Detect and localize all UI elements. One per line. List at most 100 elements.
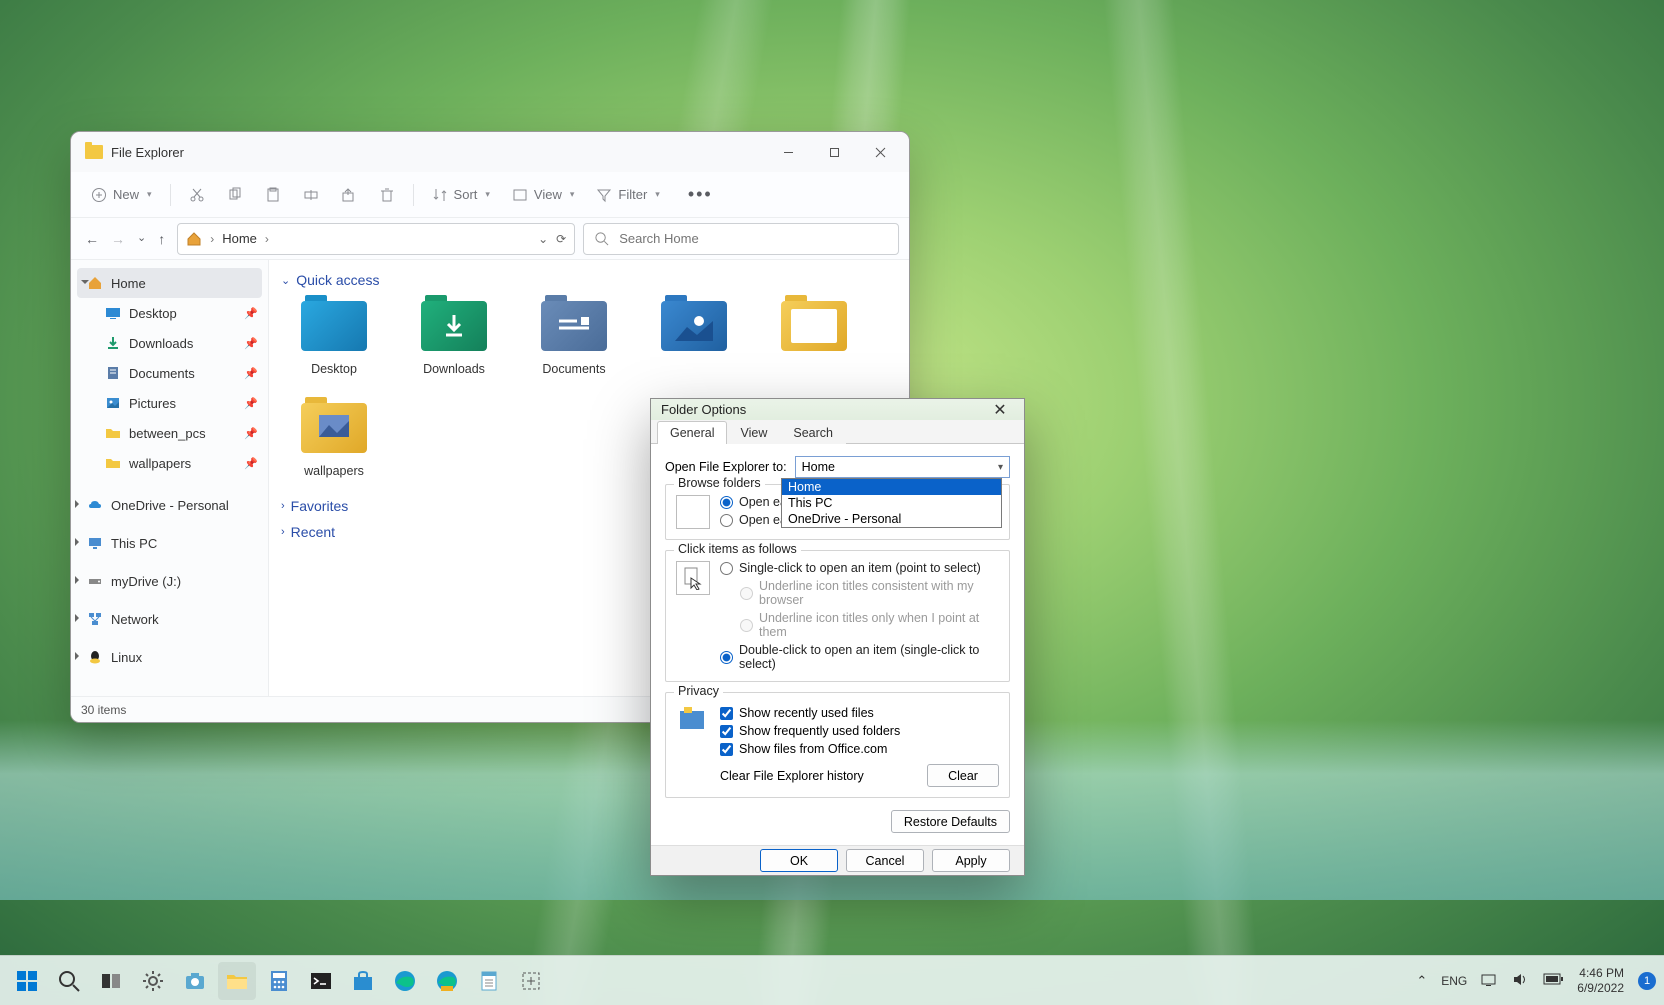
battery-icon[interactable] — [1543, 973, 1563, 988]
sidebar-item-mydrive[interactable]: myDrive (J:) — [71, 566, 268, 596]
sidebar-item-onedrive[interactable]: OneDrive - Personal — [71, 490, 268, 520]
camera-button[interactable] — [176, 962, 214, 1000]
search-input[interactable] — [619, 231, 888, 246]
tab-search[interactable]: Search — [780, 421, 846, 444]
tab-view[interactable]: View — [727, 421, 780, 444]
apply-button[interactable]: Apply — [932, 849, 1010, 872]
radio-single-click[interactable]: Single-click to open an item (point to s… — [720, 561, 999, 575]
item-label: wallpapers — [304, 464, 364, 478]
search-box[interactable] — [583, 223, 899, 255]
dialog-titlebar[interactable]: Folder Options ✕ — [651, 399, 1024, 420]
refresh-button[interactable]: ⟳ — [556, 232, 566, 246]
share-button[interactable] — [331, 181, 367, 209]
file-explorer-button[interactable] — [218, 962, 256, 1000]
minimize-button[interactable] — [765, 132, 811, 172]
sidebar-item-network[interactable]: Network — [71, 604, 268, 634]
sidebar-item-linux[interactable]: Linux — [71, 642, 268, 672]
open-to-label: Open File Explorer to: — [665, 460, 787, 474]
folder-icon — [105, 425, 121, 441]
delete-button[interactable] — [369, 181, 405, 209]
clock[interactable]: 4:46 PM 6/9/2022 — [1577, 966, 1624, 996]
sidebar-item-pictures[interactable]: Pictures📌 — [71, 388, 268, 418]
item-wallpapers[interactable]: wallpapers — [291, 400, 377, 478]
check-frequent-folders[interactable]: Show frequently used folders — [720, 724, 999, 738]
back-button[interactable]: ← — [85, 231, 99, 247]
maximize-button[interactable] — [811, 132, 857, 172]
sidebar-item-documents[interactable]: Documents📌 — [71, 358, 268, 388]
section-label: Recent — [291, 524, 335, 540]
sort-button[interactable]: Sort▾ — [422, 181, 500, 209]
item-pictures-partial[interactable] — [651, 298, 737, 376]
start-button[interactable] — [8, 962, 46, 1000]
chevron-right-icon: › — [210, 232, 214, 246]
option-home[interactable]: Home — [782, 479, 1001, 495]
tray-chevron[interactable]: ⌃ — [1416, 973, 1427, 989]
calculator-button[interactable] — [260, 962, 298, 1000]
filter-button[interactable]: Filter▾ — [586, 181, 669, 209]
address-bar[interactable]: › Home › ⌄ ⟳ — [177, 223, 575, 255]
notepad-button[interactable] — [470, 962, 508, 1000]
paste-icon — [265, 187, 281, 203]
sidebar-item-thispc[interactable]: This PC — [71, 528, 268, 558]
clear-button[interactable]: Clear — [927, 764, 999, 787]
breadcrumb-home[interactable]: Home — [222, 231, 257, 246]
restore-defaults-button[interactable]: Restore Defaults — [891, 810, 1010, 833]
sidebar-label: wallpapers — [129, 456, 191, 471]
monitor-icon — [87, 535, 103, 551]
ok-button[interactable]: OK — [760, 849, 838, 872]
view-button[interactable]: View▾ — [502, 181, 584, 209]
snipping-button[interactable] — [512, 962, 550, 1000]
recent-locations-button[interactable]: ⌄ — [137, 231, 146, 247]
rename-button[interactable] — [293, 181, 329, 209]
item-between-pcs-partial[interactable] — [771, 298, 857, 376]
network-icon[interactable] — [1481, 971, 1498, 991]
item-documents[interactable]: Documents — [531, 298, 617, 376]
titlebar[interactable]: File Explorer — [71, 132, 909, 172]
click-legend: Click items as follows — [674, 542, 801, 556]
search-icon — [594, 231, 609, 246]
item-downloads[interactable]: Downloads — [411, 298, 497, 376]
check-recent-files[interactable]: Show recently used files — [720, 706, 999, 720]
taskbar: ⌃ ENG 4:46 PM 6/9/2022 1 — [0, 955, 1664, 1005]
open-to-combo[interactable]: Home ▾ — [795, 456, 1010, 478]
search-button[interactable] — [50, 962, 88, 1000]
forward-button[interactable]: → — [111, 231, 125, 247]
new-button[interactable]: New▾ — [81, 181, 162, 209]
settings-button[interactable] — [134, 962, 172, 1000]
check-office-files[interactable]: Show files from Office.com — [720, 742, 999, 756]
tab-general[interactable]: General — [657, 421, 727, 444]
sidebar-item-desktop[interactable]: Desktop📌 — [71, 298, 268, 328]
volume-icon[interactable] — [1512, 971, 1529, 991]
language-indicator[interactable]: ENG — [1441, 974, 1467, 988]
option-thispc[interactable]: This PC — [782, 495, 1001, 511]
cancel-button[interactable]: Cancel — [846, 849, 924, 872]
edge-canary-button[interactable] — [428, 962, 466, 1000]
address-dropdown[interactable]: ⌄ — [538, 232, 548, 246]
sidebar-item-downloads[interactable]: Downloads📌 — [71, 328, 268, 358]
linux-icon — [87, 649, 103, 665]
more-button[interactable]: ••• — [672, 178, 729, 211]
terminal-button[interactable] — [302, 962, 340, 1000]
sidebar-item-home[interactable]: Home — [77, 268, 262, 298]
pin-icon: 📌 — [244, 427, 258, 440]
item-desktop[interactable]: Desktop — [291, 298, 377, 376]
sidebar-label: Network — [111, 612, 159, 627]
sidebar-item-between-pcs[interactable]: between_pcs📌 — [71, 418, 268, 448]
cut-button[interactable] — [179, 181, 215, 209]
notification-badge[interactable]: 1 — [1638, 972, 1656, 990]
section-quick-access[interactable]: ⌄ Quick access — [281, 272, 897, 288]
task-view-button[interactable] — [92, 962, 130, 1000]
up-button[interactable]: ↑ — [158, 231, 165, 247]
sidebar-item-wallpapers[interactable]: wallpapers📌 — [71, 448, 268, 478]
close-button[interactable]: ✕ — [986, 400, 1014, 420]
close-button[interactable] — [857, 132, 903, 172]
new-label: New — [113, 187, 139, 202]
radio-double-click[interactable]: Double-click to open an item (single-cli… — [720, 643, 999, 671]
store-button[interactable] — [344, 962, 382, 1000]
edge-button[interactable] — [386, 962, 424, 1000]
item-count: 30 items — [81, 703, 126, 717]
paste-button[interactable] — [255, 181, 291, 209]
copy-button[interactable] — [217, 181, 253, 209]
chevron-down-icon: ⌄ — [281, 274, 290, 287]
option-onedrive[interactable]: OneDrive - Personal — [782, 511, 1001, 527]
